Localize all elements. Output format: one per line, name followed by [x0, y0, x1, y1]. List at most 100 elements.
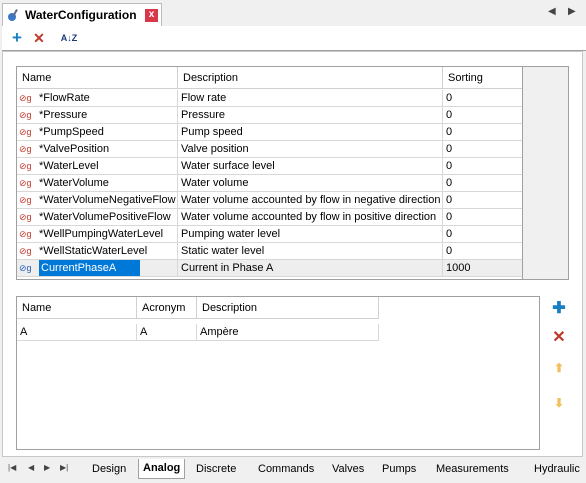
tab-measurements[interactable]: Measurements: [432, 460, 513, 478]
document-tab-strip: WaterConfiguration x ◀ ▶: [0, 0, 586, 26]
tab-scroll-right-icon[interactable]: ▶: [568, 6, 576, 17]
signal-sorting-cell[interactable]: 0: [443, 158, 523, 175]
table-row[interactable]: ⊘g *Pressure Pressure 0: [17, 107, 523, 124]
analog-signal-icon: ⊘g: [19, 93, 32, 103]
tab-commands[interactable]: Commands: [254, 460, 318, 478]
column-header-description[interactable]: Description: [197, 297, 379, 319]
next-tab-icon[interactable]: ▶: [44, 463, 50, 472]
close-icon[interactable]: x: [145, 9, 158, 22]
signal-name-cell[interactable]: ⊘g *ValvePosition: [17, 141, 178, 158]
signal-sorting-cell[interactable]: 0: [443, 175, 523, 192]
signal-name-cell[interactable]: ⊘g CurrentPhaseA: [17, 260, 178, 277]
signal-sorting-cell[interactable]: 0: [443, 192, 523, 209]
signals-grid: Name Description Sorting ⊘g *FlowRate Flow…: [16, 66, 524, 280]
move-up-button[interactable]: ⬆: [549, 358, 569, 378]
table-row[interactable]: ⊘g *WaterLevel Water surface level 0: [17, 158, 523, 175]
signal-description-cell[interactable]: Water volume accounted by flow in negati…: [178, 192, 443, 209]
grid-empty-area: [522, 66, 569, 280]
signal-name-cell[interactable]: ⊘g *WellStaticWaterLevel: [17, 243, 178, 260]
signal-name-cell[interactable]: ⊘g *WellPumpingWaterLevel: [17, 226, 178, 243]
signal-name-text: CurrentPhaseA: [39, 260, 141, 276]
signal-sorting-cell[interactable]: 0: [443, 209, 523, 226]
column-header-name[interactable]: Name: [17, 67, 178, 89]
signal-description-cell[interactable]: Static water level: [178, 243, 443, 260]
signal-name-cell[interactable]: ⊘g *Pressure: [17, 107, 178, 124]
table-row[interactable]: ⊘g CurrentPhaseA Current in Phase A 1000: [17, 260, 523, 277]
column-header-name[interactable]: Name: [17, 297, 137, 319]
signal-name-cell[interactable]: ⊘g *WaterVolumePositiveFlow: [17, 209, 178, 226]
signal-name-cell[interactable]: ⊘g *WaterVolumeNegativeFlow: [17, 192, 178, 209]
analog-signal-icon: ⊘g: [19, 246, 32, 256]
signal-name-text: *WellStaticWaterLevel: [39, 245, 148, 257]
analog-signal-icon: ⊘g: [19, 161, 32, 171]
analog-signal-icon: ⊘g: [19, 127, 32, 137]
column-header-description[interactable]: Description: [178, 67, 443, 89]
unit-name-cell[interactable]: A: [17, 324, 137, 341]
tab-design[interactable]: Design: [88, 460, 130, 478]
signal-description-cell[interactable]: Pump speed: [178, 124, 443, 141]
toolbar: + ✕ A↓Z: [2, 26, 586, 51]
signal-description-cell[interactable]: Current in Phase A: [178, 260, 443, 277]
sheet-tab-bar: |◀ ◀ ▶ ▶| Design Analog Discrete Commands Va…: [0, 458, 586, 483]
prev-tab-icon[interactable]: ◀: [28, 463, 34, 472]
signal-name-text: *WaterLevel: [39, 160, 99, 172]
table-row[interactable]: ⊘g *FlowRate Flow rate 0: [17, 90, 523, 107]
tab-hydraulic[interactable]: Hydraulic: [530, 460, 584, 478]
unit-acronym-cell[interactable]: A: [137, 324, 197, 341]
signal-name-text: *PumpSpeed: [39, 126, 104, 138]
signal-description-cell[interactable]: Valve position: [178, 141, 443, 158]
tab-scroll-left-icon[interactable]: ◀: [548, 6, 556, 17]
signal-description-cell[interactable]: Water volume: [178, 175, 443, 192]
signal-name-text: *Pressure: [39, 109, 88, 121]
analog-signal-icon: ⊘g: [19, 178, 32, 188]
signal-sorting-cell[interactable]: 0: [443, 90, 523, 107]
signal-description-cell[interactable]: Pressure: [178, 107, 443, 124]
signal-name-cell[interactable]: ⊘g *WaterVolume: [17, 175, 178, 192]
table-row[interactable]: ⊘g *ValvePosition Valve position 0: [17, 141, 523, 158]
sort-button[interactable]: A↓Z: [58, 29, 80, 47]
signal-description-cell[interactable]: Water volume accounted by flow in positi…: [178, 209, 443, 226]
column-header-acronym[interactable]: Acronym: [137, 297, 197, 319]
move-down-button[interactable]: ⬇: [549, 393, 569, 413]
analog-signal-icon: ⊘g: [19, 229, 32, 239]
signal-name-text: *FlowRate: [39, 92, 90, 104]
signal-name-text: *WaterVolume: [39, 177, 109, 189]
table-row[interactable]: ⊘g *PumpSpeed Pump speed 0: [17, 124, 523, 141]
column-header-sorting[interactable]: Sorting: [443, 67, 523, 89]
document-tab[interactable]: WaterConfiguration x: [2, 3, 162, 26]
tab-analog[interactable]: Analog: [138, 459, 186, 479]
last-tab-icon[interactable]: ▶|: [60, 463, 68, 472]
tab-discrete[interactable]: Discrete: [192, 460, 240, 478]
table-row[interactable]: ⊘g *WellStaticWaterLevel Static water leve…: [17, 243, 523, 260]
analog-signal-icon: ⊘g: [19, 110, 32, 120]
signal-sorting-cell[interactable]: 0: [443, 141, 523, 158]
table-row[interactable]: ⊘g *WellPumpingWaterLevel Pumping water le…: [17, 226, 523, 243]
delete-unit-button[interactable]: ✕: [549, 328, 569, 348]
table-row[interactable]: ⊘g *WaterVolume Water volume 0: [17, 175, 523, 192]
signal-name-cell[interactable]: ⊘g *WaterLevel: [17, 158, 178, 175]
unit-description-cell[interactable]: Ampère: [197, 324, 379, 341]
table-row[interactable]: A A Ampère: [17, 324, 379, 341]
signal-description-cell[interactable]: Flow rate: [178, 90, 443, 107]
tab-valves[interactable]: Valves: [328, 460, 368, 478]
signal-sorting-cell[interactable]: 0: [443, 107, 523, 124]
signal-name-cell[interactable]: ⊘g *FlowRate: [17, 90, 178, 107]
signal-description-cell[interactable]: Water surface level: [178, 158, 443, 175]
analog-signal-icon: ⊘g: [19, 195, 32, 205]
signal-sorting-cell[interactable]: 1000: [443, 260, 523, 277]
signal-sorting-cell[interactable]: 0: [443, 124, 523, 141]
signal-description-cell[interactable]: Pumping water level: [178, 226, 443, 243]
add-unit-button[interactable]: ✚: [549, 299, 569, 319]
table-row[interactable]: ⊘g *WaterVolumePositiveFlow Water volume a…: [17, 209, 523, 226]
analog-signal-icon: ⊘g: [19, 212, 32, 222]
analog-signal-icon: ⊘g: [19, 144, 32, 154]
tab-pumps[interactable]: Pumps: [378, 460, 420, 478]
signal-name-cell[interactable]: ⊘g *PumpSpeed: [17, 124, 178, 141]
units-grid: Name Acronym Description A A Ampère: [16, 296, 540, 450]
signal-sorting-cell[interactable]: 0: [443, 243, 523, 260]
table-row[interactable]: ⊘g *WaterVolumeNegativeFlow Water volume a…: [17, 192, 523, 209]
add-button[interactable]: +: [8, 29, 26, 47]
first-tab-icon[interactable]: |◀: [8, 463, 16, 472]
delete-button[interactable]: ✕: [30, 29, 48, 47]
signal-sorting-cell[interactable]: 0: [443, 226, 523, 243]
